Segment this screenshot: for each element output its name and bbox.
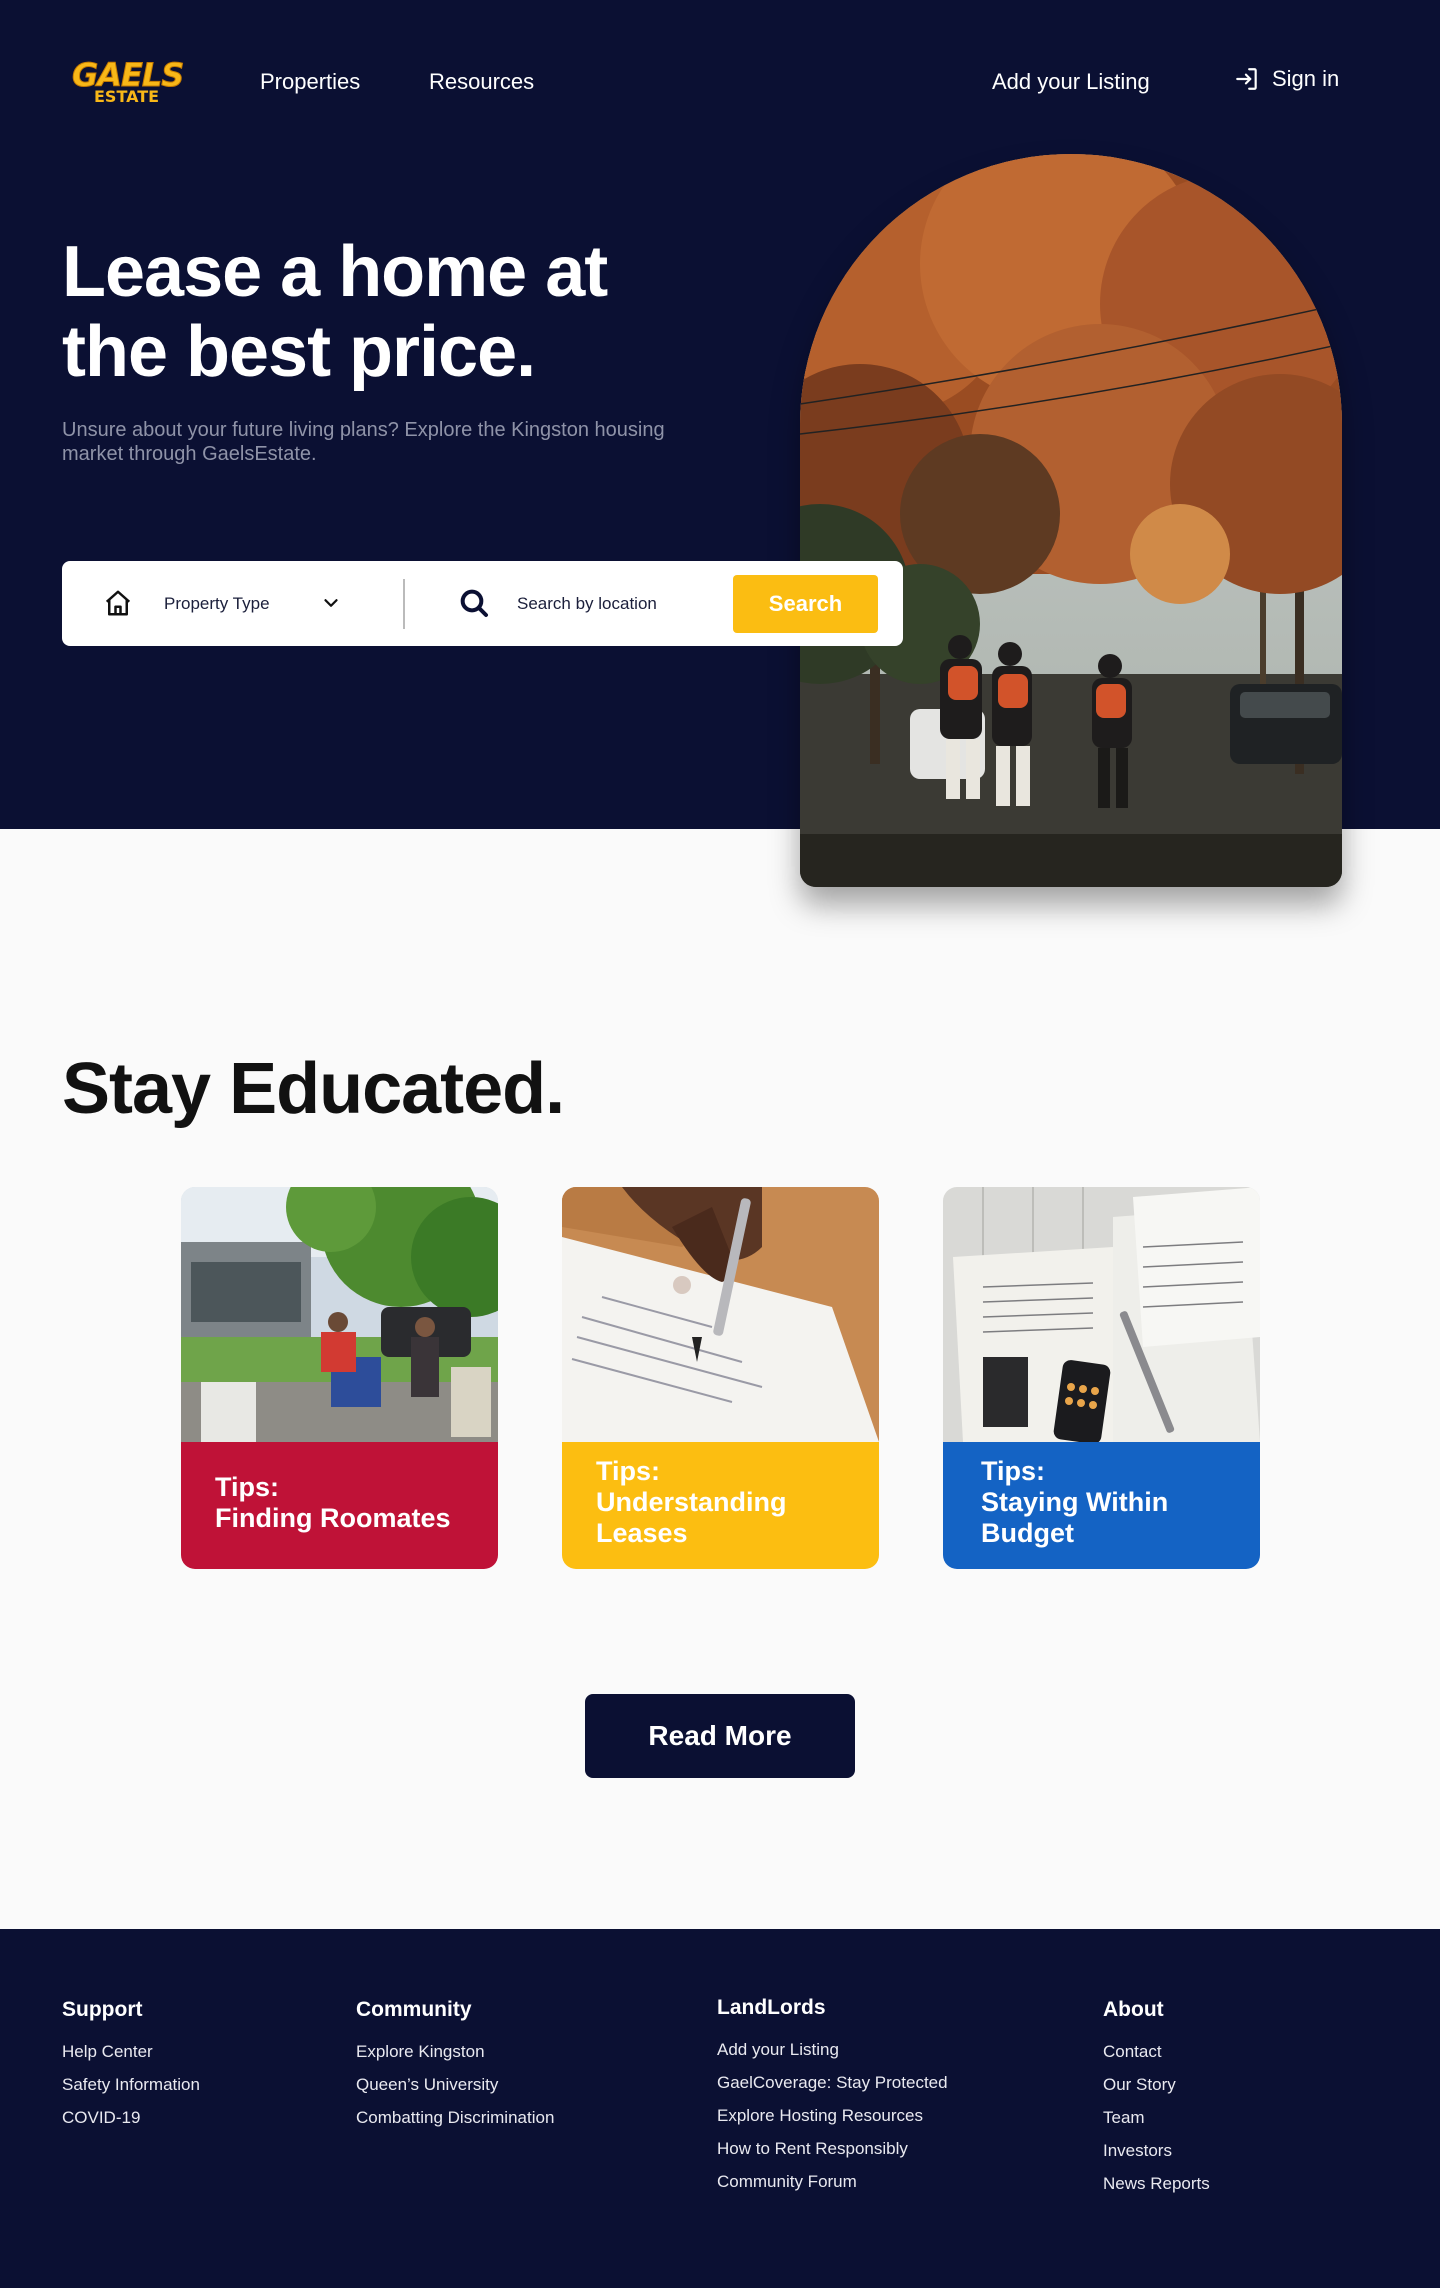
nav-properties[interactable]: Properties [260,68,360,96]
footer-column-support: Support Help Center Safety Information C… [62,1997,200,2134]
search-divider [403,579,405,629]
footer-link[interactable]: Explore Kingston [356,2035,554,2068]
footer-link[interactable]: Community Forum [717,2165,948,2198]
footer-link[interactable]: Add your Listing [717,2033,948,2066]
signing-lease-photo [562,1187,879,1442]
tip-card-band: Tips: Understanding Leases [562,1442,879,1569]
tip-card-roommates[interactable]: Tips: Finding Roomates [181,1187,498,1569]
chevron-down-icon[interactable] [320,592,342,614]
footer-link[interactable]: Safety Information [62,2068,200,2101]
property-type-select[interactable]: Property Type [164,593,270,615]
sign-in-icon [1236,68,1257,90]
nav-add-listing[interactable]: Add your Listing [992,68,1150,96]
logo-subtitle: ESTATE [94,87,160,106]
tip-card-leases[interactable]: Tips: Understanding Leases [562,1187,879,1569]
nav-resources[interactable]: Resources [429,68,534,96]
hero-section: GAELS ESTATE Properties Resources Add yo… [0,0,1440,887]
brand-logo[interactable]: GAELS ESTATE [71,58,184,108]
footer-heading: LandLords [717,1996,826,2019]
location-search-input[interactable] [517,589,727,619]
tax-documents-photo [943,1187,1260,1442]
tip-card-label: Tips: Staying Within Budget [981,1456,1169,1548]
footer-link[interactable]: Help Center [62,2035,200,2068]
search-button[interactable]: Search [733,575,878,633]
footer-link[interactable]: COVID-19 [62,2101,200,2134]
hero-photo-autumn-street [800,154,1342,887]
footer-link[interactable]: Team [1103,2101,1210,2134]
footer-column-community: Community Explore Kingston Queen’s Unive… [356,1997,554,2134]
footer-heading: Support [62,1998,143,2021]
hero-subtitle: Unsure about your future living plans? E… [62,419,665,465]
tip-card-budget[interactable]: Tips: Staying Within Budget [943,1187,1260,1569]
tip-card-label: Tips: Understanding Leases [596,1456,787,1548]
footer-heading: About [1103,1998,1164,2021]
footer-link[interactable]: Combatting Discrimination [356,2101,554,2134]
footer-heading: Community [356,1998,472,2021]
footer-link[interactable]: Contact [1103,2035,1210,2068]
sign-in-link[interactable]: Sign in [1234,66,1339,92]
hero-title: Lease a home at the best price. [62,232,608,392]
sign-in-label: Sign in [1272,66,1340,91]
search-icon [460,589,488,617]
footer-column-landlords: LandLords Add your Listing GaelCoverage:… [717,1995,948,2198]
footer-link[interactable]: Queen’s University [356,2068,554,2101]
tip-card-band: Tips: Finding Roomates [181,1442,498,1569]
site-footer: Support Help Center Safety Information C… [0,1929,1440,2288]
footer-link[interactable]: How to Rent Responsibly [717,2132,948,2165]
footer-link[interactable]: News Reports [1103,2167,1210,2200]
education-title: Stay Educated. [62,1049,565,1129]
footer-link[interactable]: Investors [1103,2134,1210,2167]
read-more-button[interactable]: Read More [585,1694,855,1778]
tip-card-label: Tips: Finding Roomates [215,1472,451,1533]
roommates-photo [181,1187,498,1442]
property-search-bar: Property Type Search [62,561,903,646]
tip-card-band: Tips: Staying Within Budget [943,1442,1260,1569]
footer-link[interactable]: GaelCoverage: Stay Protected [717,2066,948,2099]
footer-column-about: About Contact Our Story Team Investors N… [1103,1997,1210,2200]
footer-link[interactable]: Explore Hosting Resources [717,2099,948,2132]
home-icon [105,590,131,616]
footer-link[interactable]: Our Story [1103,2068,1210,2101]
